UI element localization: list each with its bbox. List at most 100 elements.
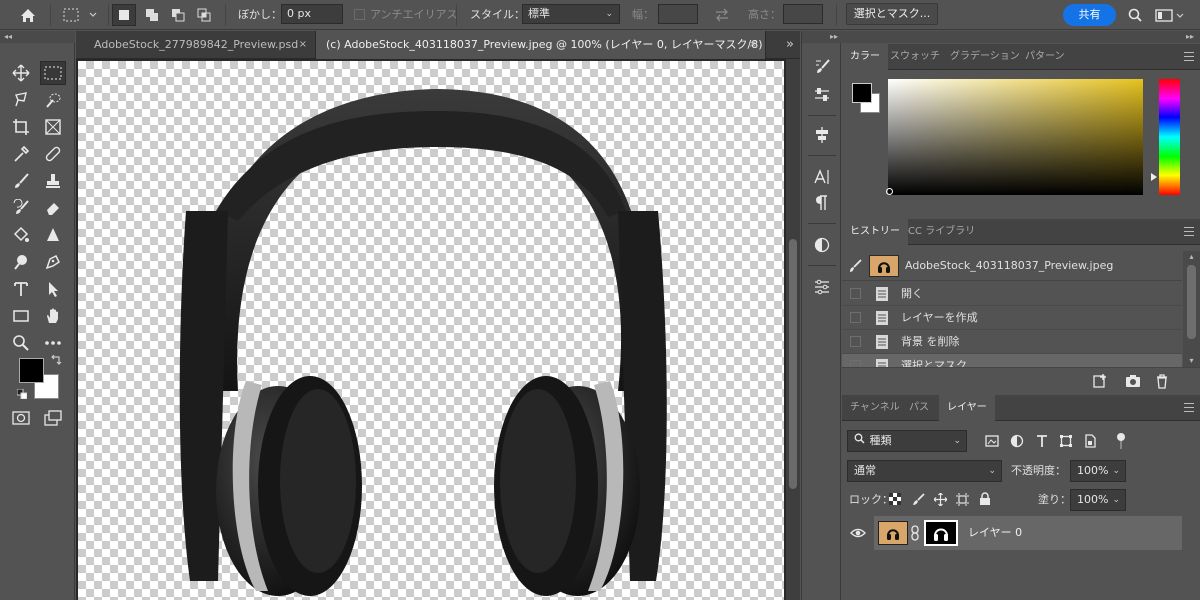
- new-selection-icon[interactable]: [112, 4, 136, 26]
- filter-smart-objects-icon[interactable]: [1083, 434, 1097, 448]
- link-icon[interactable]: [910, 525, 922, 541]
- lock-position-icon[interactable]: [933, 492, 948, 507]
- antialias-checkbox[interactable]: [354, 9, 365, 20]
- tab-cc-libraries[interactable]: CC ライブラリ: [900, 219, 983, 245]
- lasso-tool-icon[interactable]: [8, 88, 34, 112]
- close-icon[interactable]: ×: [749, 31, 757, 59]
- history-step-checkbox[interactable]: [850, 360, 861, 367]
- history-step-checkbox[interactable]: [850, 312, 861, 323]
- width-input[interactable]: [658, 4, 698, 24]
- type-tool-icon[interactable]: [8, 277, 34, 301]
- scrollbar-thumb[interactable]: [1187, 265, 1196, 339]
- share-button[interactable]: 共有: [1063, 4, 1116, 26]
- filter-shape-layers-icon[interactable]: [1059, 434, 1073, 448]
- more-tools-icon[interactable]: [40, 331, 66, 355]
- history-step[interactable]: レイヤーを作成: [842, 306, 1182, 330]
- properties-icon[interactable]: [810, 275, 834, 299]
- marquee-preset-icon[interactable]: [58, 4, 102, 26]
- layer-filter-select[interactable]: 種類 ⌄: [847, 430, 967, 452]
- history-step[interactable]: 背景 を削除: [842, 330, 1182, 354]
- height-input[interactable]: [783, 4, 823, 24]
- new-document-from-state-icon[interactable]: [1092, 373, 1108, 389]
- blend-mode-select[interactable]: 通常 ⌄: [847, 460, 1002, 482]
- toolbar-collapse-icon[interactable]: ◂◂: [0, 31, 75, 43]
- spot-healing-brush-icon[interactable]: [40, 142, 66, 166]
- tab-paths[interactable]: パス: [901, 395, 937, 421]
- hand-tool-icon[interactable]: [40, 304, 66, 328]
- filter-adjustment-layers-icon[interactable]: [1010, 434, 1024, 448]
- crop-tool-icon[interactable]: [8, 115, 34, 139]
- tab-channels[interactable]: チャンネル: [842, 395, 908, 421]
- workspace-icon[interactable]: [1153, 5, 1187, 25]
- hue-slider-handle-icon[interactable]: [1151, 173, 1157, 181]
- filter-pixel-layers-icon[interactable]: [985, 434, 999, 448]
- history-step-checkbox[interactable]: [850, 288, 861, 299]
- panel-menu-icon[interactable]: [1184, 52, 1194, 62]
- search-icon[interactable]: [1125, 5, 1145, 25]
- chevron-down-icon[interactable]: ⌄: [1112, 490, 1120, 510]
- path-selection-tool-icon[interactable]: [40, 277, 66, 301]
- subtract-from-selection-icon[interactable]: [166, 4, 190, 26]
- layer-row-selected[interactable]: レイヤー 0: [842, 516, 1182, 550]
- frame-tool-icon[interactable]: [40, 115, 66, 139]
- tab-gradients[interactable]: グラデーション: [942, 44, 1028, 70]
- history-step-current[interactable]: 選択とマスク: [842, 354, 1182, 367]
- filter-type-layers-icon[interactable]: [1035, 434, 1049, 448]
- lock-image-pixels-icon[interactable]: [912, 493, 925, 506]
- rectangular-marquee-tool-icon[interactable]: [40, 61, 66, 85]
- add-to-selection-icon[interactable]: [140, 4, 164, 26]
- quick-mask-icon[interactable]: [8, 406, 34, 430]
- layer-visibility-eye-icon[interactable]: [850, 527, 866, 539]
- canvas-vertical-scrollbar[interactable]: [786, 59, 800, 600]
- foreground-color-swatch[interactable]: [19, 358, 44, 383]
- opacity-input[interactable]: 100% ⌄: [1070, 460, 1126, 482]
- pen-tool-icon[interactable]: [40, 250, 66, 274]
- panels-collapse-icon[interactable]: ▸▸: [842, 31, 1200, 43]
- dodge-tool-icon[interactable]: [8, 250, 34, 274]
- eraser-tool-icon[interactable]: [40, 196, 66, 220]
- dock-collapse-icon[interactable]: ▸▸: [802, 31, 842, 43]
- move-tool-icon[interactable]: [8, 61, 34, 85]
- history-scrollbar[interactable]: ▴ ▾: [1183, 251, 1200, 367]
- fill-input[interactable]: 100% ⌄: [1070, 489, 1126, 511]
- default-colors-icon[interactable]: [16, 388, 28, 400]
- feather-input[interactable]: 0 px: [281, 4, 343, 24]
- paragraph-icon[interactable]: [810, 191, 834, 215]
- screen-mode-icon[interactable]: [40, 406, 66, 430]
- history-snapshot[interactable]: AdobeStock_403118037_Preview.jpeg: [842, 251, 1182, 281]
- character-icon[interactable]: [810, 165, 834, 189]
- select-and-mask-button[interactable]: 選択とマスク...: [846, 3, 938, 25]
- scroll-down-icon[interactable]: ▾: [1183, 355, 1200, 367]
- eyedropper-tool-icon[interactable]: [8, 142, 34, 166]
- history-step-checkbox[interactable]: [850, 336, 861, 347]
- brush-settings-icon[interactable]: [810, 55, 834, 79]
- document-tab[interactable]: AdobeStock_277989842_Preview.psd ×: [76, 31, 316, 59]
- rectangle-tool-icon[interactable]: [8, 304, 34, 328]
- tabs-overflow-icon[interactable]: »: [786, 31, 794, 59]
- lock-transparent-pixels-icon[interactable]: [889, 493, 902, 506]
- adjustment-sliders-icon[interactable]: [810, 83, 834, 107]
- tab-patterns[interactable]: パターン: [1017, 44, 1073, 70]
- align-icon[interactable]: [810, 123, 834, 147]
- lock-all-icon[interactable]: [979, 492, 992, 506]
- document-canvas[interactable]: [78, 61, 784, 600]
- swap-width-height-icon[interactable]: [708, 5, 736, 25]
- trash-icon[interactable]: [1154, 373, 1170, 389]
- clone-stamp-tool-icon[interactable]: [40, 169, 66, 193]
- adjustments-icon[interactable]: [810, 233, 834, 257]
- camera-icon[interactable]: [1125, 373, 1141, 389]
- home-icon[interactable]: [16, 5, 40, 25]
- hue-slider[interactable]: [1159, 79, 1180, 195]
- brush-tool-icon[interactable]: [8, 169, 34, 193]
- scrollbar-thumb[interactable]: [789, 239, 797, 489]
- tab-layers[interactable]: レイヤー: [939, 395, 995, 421]
- filter-toggle-icon[interactable]: [1116, 432, 1126, 450]
- color-foreground-swatch[interactable]: [852, 83, 872, 103]
- panel-menu-icon[interactable]: [1184, 403, 1194, 413]
- blur-tool-icon[interactable]: [40, 223, 66, 247]
- history-brush-source-icon[interactable]: [848, 259, 862, 273]
- style-select[interactable]: 標準 ⌄: [522, 4, 620, 24]
- history-step[interactable]: 開く: [842, 282, 1182, 306]
- intersect-selection-icon[interactable]: [192, 4, 216, 26]
- chevron-down-icon[interactable]: ⌄: [1112, 461, 1120, 481]
